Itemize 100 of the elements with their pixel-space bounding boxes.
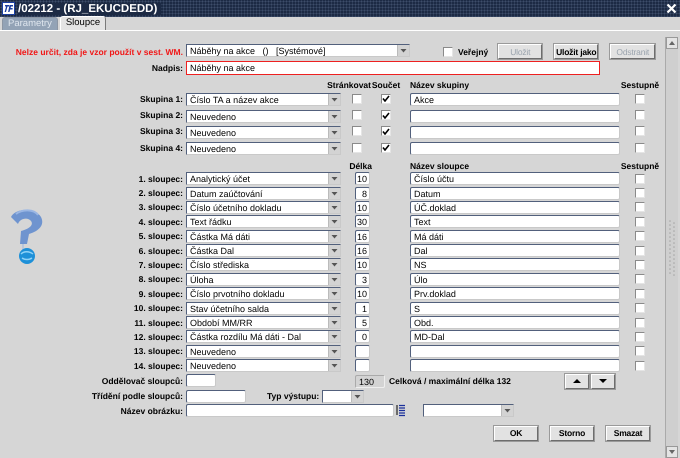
tab[interactable]: Sloupce (60, 16, 106, 30)
checkbox[interactable] (635, 188, 645, 198)
checkbox[interactable] (635, 231, 645, 242)
checkbox[interactable] (635, 126, 645, 136)
column-select[interactable]: Neuvedeno (186, 359, 341, 372)
total-length-field[interactable]: 130 (355, 374, 385, 388)
checkbox[interactable] (635, 303, 645, 314)
checkbox[interactable] (352, 110, 362, 120)
template-select[interactable]: Náběhy na akce () [Systémové] (186, 44, 410, 57)
length-field[interactable]: 0 (355, 330, 370, 344)
scroll-up-icon[interactable] (666, 37, 678, 49)
checkbox[interactable] (635, 288, 645, 299)
group-name-field[interactable] (410, 110, 620, 123)
column-select[interactable]: Číslo účetního dokladu (186, 200, 341, 214)
column-header: Sestupně (620, 80, 660, 90)
checkbox[interactable] (352, 94, 362, 104)
checkbox[interactable] (635, 216, 645, 227)
length-field[interactable]: 5 (355, 316, 370, 330)
column-name-field[interactable]: Prv.doklad (410, 287, 620, 300)
checkbox[interactable] (635, 142, 645, 153)
save-as-button[interactable]: Uložit jako (554, 44, 598, 59)
checkbox[interactable] (635, 202, 645, 212)
column-select[interactable]: Neuvedeno (186, 344, 341, 358)
column-select[interactable]: Stav účetního salda (186, 302, 341, 315)
length-field[interactable]: 10 (355, 258, 370, 272)
checkbox[interactable] (635, 246, 645, 256)
column-name-field[interactable] (410, 359, 620, 372)
length-field[interactable]: 1 (355, 302, 370, 315)
checkbox[interactable] (635, 332, 645, 342)
field-label: Skupina 3: (140, 126, 183, 136)
image-name-field[interactable] (186, 404, 394, 418)
column-name-field[interactable]: Dal (410, 244, 620, 258)
checkbox[interactable] (381, 110, 391, 120)
checkbox[interactable] (635, 260, 645, 270)
checkbox[interactable] (635, 110, 645, 120)
column-name-field[interactable]: Číslo účtu (410, 172, 620, 186)
column-name-field[interactable] (410, 344, 620, 358)
column-name-field[interactable]: ÚČ.doklad (410, 200, 620, 214)
length-field[interactable]: 30 (355, 215, 370, 228)
column-select[interactable]: Číslo prvotního dokladu (186, 287, 341, 300)
length-field[interactable]: 3 (355, 272, 370, 286)
field-label: 1. sloupec: (138, 174, 183, 184)
scroll-thumb[interactable] (667, 218, 677, 278)
dialog-button[interactable]: Smazat (606, 426, 650, 441)
column-name-field[interactable]: Obd. (410, 316, 620, 330)
column-select[interactable]: Částka Má dáti (186, 230, 341, 243)
column-select[interactable]: Období MM/RR (186, 316, 341, 330)
column-name-field[interactable]: Datum (410, 186, 620, 200)
checkbox[interactable] (381, 126, 391, 136)
column-name-field[interactable]: NS (410, 258, 620, 272)
column-name-field[interactable]: Text (410, 215, 620, 228)
public-checkbox[interactable] (443, 46, 453, 56)
checkbox[interactable] (635, 346, 645, 356)
length-field[interactable]: 16 (355, 230, 370, 243)
checkbox[interactable] (381, 94, 391, 104)
checkbox[interactable] (635, 360, 645, 371)
length-field[interactable]: 10 (355, 172, 370, 186)
dialog-button[interactable]: Storno (550, 426, 594, 441)
move-up-button[interactable] (565, 374, 589, 389)
group-name-field[interactable] (410, 126, 620, 139)
checkbox[interactable] (352, 142, 362, 153)
checkbox[interactable] (635, 174, 645, 184)
checkbox[interactable] (635, 94, 645, 104)
group-name-field[interactable] (410, 142, 620, 156)
dialog-button[interactable]: OK (494, 426, 538, 441)
checkbox[interactable] (381, 142, 391, 153)
length-field[interactable]: 8 (355, 186, 370, 200)
group-select[interactable]: Neuvedeno (186, 126, 341, 139)
sort-field[interactable] (186, 390, 246, 403)
checkbox[interactable] (635, 318, 645, 328)
column-name-field[interactable]: S (410, 302, 620, 315)
group-select[interactable]: Číslo TA a název akce (186, 93, 341, 106)
column-select[interactable]: Analytický účet (186, 172, 341, 186)
length-field[interactable]: 10 (355, 200, 370, 214)
scroll-down-icon[interactable] (666, 446, 678, 458)
column-select[interactable]: Částka rozdílu Má dáti - Dal (186, 330, 341, 344)
column-name-field[interactable]: MD-Dal (410, 330, 620, 344)
list-icon[interactable] (396, 404, 406, 418)
length-field[interactable]: 16 (355, 244, 370, 258)
group-select[interactable]: Neuvedeno (186, 142, 341, 156)
length-field[interactable]: 10 (355, 287, 370, 300)
column-name-field[interactable]: Úlo (410, 272, 620, 286)
separator-field[interactable] (186, 374, 216, 387)
column-select[interactable]: Text řádku (186, 215, 341, 228)
length-field[interactable] (355, 344, 370, 358)
column-name-field[interactable]: Má dáti (410, 230, 620, 243)
length-field[interactable] (355, 359, 370, 372)
group-select[interactable]: Neuvedeno (186, 110, 341, 123)
column-select[interactable]: Úloha (186, 272, 341, 286)
heading-field[interactable]: Náběhy na akce (186, 61, 600, 76)
move-down-button[interactable] (591, 374, 615, 389)
image-select[interactable] (423, 404, 514, 418)
output-type-select[interactable] (322, 390, 364, 403)
column-select[interactable]: Číslo střediska (186, 258, 341, 272)
column-select[interactable]: Datum zaúčtování (186, 186, 341, 200)
column-select[interactable]: Částka Dal (186, 244, 341, 258)
group-name-field[interactable]: Akce (410, 93, 620, 106)
checkbox[interactable] (352, 126, 362, 136)
close-icon[interactable] (666, 3, 677, 14)
checkbox[interactable] (635, 274, 645, 284)
